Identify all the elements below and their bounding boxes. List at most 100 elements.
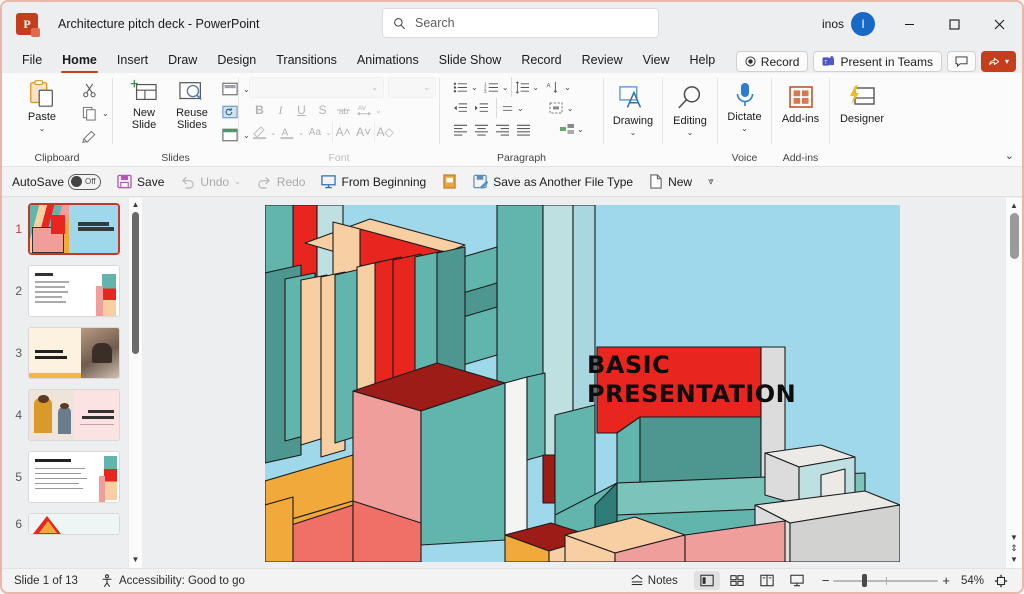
character-spacing-button[interactable]: AV xyxy=(354,100,375,120)
paste-chevron-icon[interactable]: ⌄ xyxy=(39,125,46,133)
scroll-thumb[interactable] xyxy=(1009,213,1019,259)
format-painter-button[interactable] xyxy=(76,125,102,147)
save-button[interactable]: Save xyxy=(111,172,170,191)
tab-review[interactable]: Review xyxy=(572,49,633,73)
search-input[interactable]: Search xyxy=(415,16,455,30)
increase-indent-button[interactable] xyxy=(471,98,492,118)
dictate-button[interactable]: Dictate ⌄ xyxy=(719,79,771,133)
tab-draw[interactable]: Draw xyxy=(158,49,207,73)
align-left-button[interactable] xyxy=(450,119,471,139)
dictate-chevron-icon[interactable]: ⌄ xyxy=(741,125,748,133)
copy-chevron-icon[interactable]: ⌄ xyxy=(102,109,109,117)
slide-counter[interactable]: Slide 1 of 13 xyxy=(14,575,78,587)
smartart-chevron-icon[interactable]: ⌄ xyxy=(577,125,584,133)
change-case-button[interactable]: Aa xyxy=(304,122,325,142)
copy-button[interactable] xyxy=(76,102,102,124)
autosave-toggle[interactable]: Off xyxy=(68,173,102,190)
text-direction-button[interactable]: A xyxy=(543,77,564,97)
italic-button[interactable]: I xyxy=(270,100,291,120)
editing-button[interactable]: Editing ⌄ xyxy=(664,83,716,137)
zoom-percentage[interactable]: 54% xyxy=(954,575,984,587)
slide-thumbnail-pane[interactable]: 1 2 3 4 5 6 ▲ ▼ xyxy=(2,198,142,568)
slide-show-button[interactable] xyxy=(784,571,810,590)
slide-canvas[interactable]: BASIC PRESENTATION xyxy=(265,205,900,562)
new-slide-button[interactable]: New Slide xyxy=(121,77,167,131)
font-color-button[interactable]: A xyxy=(277,122,298,142)
reading-view-button[interactable] xyxy=(754,571,780,590)
tab-view[interactable]: View xyxy=(633,49,680,73)
tab-transitions[interactable]: Transitions xyxy=(266,49,347,73)
paragraph-spacing-chevron-icon[interactable]: ⌄ xyxy=(517,104,524,112)
justify-button[interactable] xyxy=(513,119,534,139)
present-in-teams-button[interactable]: T Present in Teams xyxy=(813,51,942,72)
increase-font-size-button[interactable]: A˄ xyxy=(332,122,353,142)
accessibility-status[interactable]: Accessibility: Good to go xyxy=(100,573,245,588)
close-button[interactable] xyxy=(977,2,1022,46)
decrease-indent-button[interactable] xyxy=(450,98,471,118)
thumbnail-scroll-thumb[interactable] xyxy=(132,212,139,354)
slide-title-textbox[interactable]: BASIC PRESENTATION xyxy=(587,351,867,410)
line-spacing-chevron-icon[interactable]: ⌄ xyxy=(532,83,539,91)
text-shadow-button[interactable]: S xyxy=(312,100,333,120)
tab-home[interactable]: Home xyxy=(52,49,107,73)
normal-view-button[interactable] xyxy=(693,571,720,590)
align-right-button[interactable] xyxy=(492,119,513,139)
avatar[interactable]: I xyxy=(851,12,875,36)
cut-button[interactable] xyxy=(76,79,102,101)
align-text-chevron-icon[interactable]: ⌄ xyxy=(567,104,574,112)
comments-button[interactable] xyxy=(946,51,976,72)
paste-button[interactable]: Paste ⌄ xyxy=(16,77,68,133)
from-beginning-button[interactable]: From Beginning xyxy=(315,172,432,191)
zoom-slider[interactable] xyxy=(833,574,939,588)
paragraph-spacing-button[interactable] xyxy=(496,98,517,118)
zoom-in-button[interactable]: + xyxy=(942,573,950,588)
slide-vertical-scrollbar[interactable]: ▲ ▼ ⇕ ▼ xyxy=(1005,198,1022,568)
line-spacing-button[interactable] xyxy=(511,77,532,97)
back-to-slide-button[interactable]: ⇕ xyxy=(1010,543,1018,554)
text-highlight-color-button[interactable] xyxy=(249,122,270,142)
reuse-slides-button[interactable]: Reuse Slides xyxy=(169,77,215,131)
font-name-combobox[interactable]: ⌄ xyxy=(249,77,384,98)
undo-chevron-icon[interactable]: ⌄ xyxy=(234,178,241,186)
addins-button[interactable]: Add-ins xyxy=(775,83,827,125)
slide-thumbnail-6[interactable]: 6 xyxy=(2,508,142,540)
font-color-chevron-icon[interactable]: ⌄ xyxy=(298,128,305,136)
character-spacing-chevron-icon[interactable]: ⌄ xyxy=(375,106,382,114)
customize-qat-button[interactable]: ⩔ xyxy=(702,174,720,189)
align-center-button[interactable] xyxy=(471,119,492,139)
tab-insert[interactable]: Insert xyxy=(107,49,158,73)
minimize-button[interactable] xyxy=(887,2,932,46)
tab-slide-show[interactable]: Slide Show xyxy=(429,49,512,73)
fit-to-window-button[interactable] xyxy=(988,571,1014,590)
tab-animations[interactable]: Animations xyxy=(347,49,429,73)
thumbnail-scroll-up-button[interactable]: ▲ xyxy=(132,198,140,211)
next-slide-button[interactable]: ▼ xyxy=(1010,555,1018,564)
ribbon-collapse-button[interactable]: ⌄ xyxy=(1005,149,1014,162)
slide-thumbnail-3[interactable]: 3 xyxy=(2,322,142,384)
font-size-combobox[interactable]: ⌄ xyxy=(388,77,436,98)
maximize-button[interactable] xyxy=(932,2,977,46)
thumbnail-scroll-down-button[interactable]: ▼ xyxy=(132,553,140,566)
share-button[interactable]: ▾ xyxy=(980,51,1016,72)
text-direction-chevron-icon[interactable]: ⌄ xyxy=(564,83,571,91)
undo-button[interactable]: Undo ⌄ xyxy=(174,173,246,191)
save-as-another-file-type-button[interactable]: Save as Another File Type xyxy=(467,172,639,191)
slide-thumbnail-4[interactable]: 4 xyxy=(2,384,142,446)
previous-slide-button[interactable]: ▼ xyxy=(1010,533,1018,542)
redo-button[interactable]: Redo xyxy=(251,173,312,191)
change-case-chevron-icon[interactable]: ⌄ xyxy=(325,128,332,136)
drawing-chevron-icon[interactable]: ⌄ xyxy=(630,129,637,137)
numbering-button[interactable]: 1 2 3 xyxy=(481,77,502,97)
thumbnail-scrollbar[interactable]: ▲ ▼ xyxy=(128,198,142,568)
strikethrough-button[interactable]: ab xyxy=(333,100,354,120)
tab-design[interactable]: Design xyxy=(207,49,266,73)
slide-thumbnail-5[interactable]: 5 xyxy=(2,446,142,508)
bullets-button[interactable] xyxy=(450,77,471,97)
notes-button[interactable]: Notes xyxy=(630,574,678,587)
bullets-chevron-icon[interactable]: ⌄ xyxy=(471,83,478,91)
record-button[interactable]: Record xyxy=(735,51,809,72)
underline-button[interactable]: U xyxy=(291,100,312,120)
tab-record[interactable]: Record xyxy=(511,49,571,73)
numbering-chevron-icon[interactable]: ⌄ xyxy=(502,83,509,91)
slide-sorter-button[interactable] xyxy=(724,571,750,590)
